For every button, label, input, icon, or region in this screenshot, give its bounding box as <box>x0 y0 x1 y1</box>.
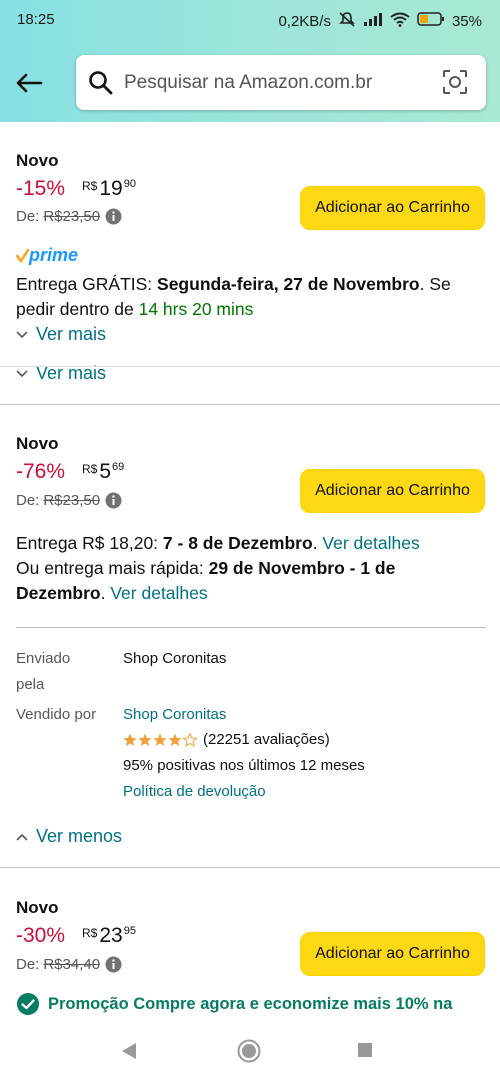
list-price: De: R$23,50 <box>16 492 122 509</box>
delivery-date: Segunda-feira, 27 de Novembro <box>157 274 420 294</box>
sold-by-label: Vendido por <box>16 706 97 723</box>
positive-feedback: 95% positivas nos últimos 12 meses <box>123 757 365 774</box>
nav-recents-button[interactable] <box>357 1042 373 1063</box>
price-integer: 5 <box>99 460 112 483</box>
delivery-info: Entrega GRÁTIS: Segunda-feira, 27 de Nov… <box>16 272 486 322</box>
wifi-icon <box>390 12 410 31</box>
system-nav-bar <box>0 1023 500 1083</box>
info-icon[interactable] <box>105 208 122 225</box>
home-circle-icon <box>237 1039 261 1063</box>
shipped-by-label: Enviado pela <box>16 650 71 693</box>
app-header: 18:25 0,2KB/s 35% <box>0 0 500 122</box>
delivery-info: Entrega R$ 18,20: 7 - 8 de Dezembro. Ver… <box>16 533 420 603</box>
battery-icon <box>417 12 445 30</box>
nav-back-button[interactable] <box>120 1041 138 1066</box>
price-currency: R$ <box>82 926 98 940</box>
delivery-prefix: Entrega GRÁTIS: <box>16 274 158 294</box>
delivery-date: 7 - 8 de Dezembro <box>162 533 313 553</box>
search-bar[interactable] <box>76 55 486 110</box>
mute-icon <box>338 11 356 31</box>
prime-label: prime <box>29 245 79 265</box>
discount-label: -76% <box>16 460 66 483</box>
star-icon <box>138 733 152 747</box>
price-currency: R$ <box>82 462 98 476</box>
price-cents: 90 <box>123 178 136 190</box>
signal-icon <box>363 12 383 30</box>
delivery-details-link[interactable]: Ver detalhes <box>322 533 419 553</box>
square-recents-icon <box>358 1043 372 1057</box>
condition-label: Novo <box>16 151 59 170</box>
price-currency: R$ <box>82 179 98 193</box>
status-bar: 18:25 0,2KB/s 35% <box>0 0 500 40</box>
price-integer: 23 <box>99 924 123 947</box>
check-circle-icon <box>17 993 39 1015</box>
info-icon[interactable] <box>105 956 122 973</box>
see-less-label: Ver menos <box>36 826 123 846</box>
triangle-back-icon <box>122 1043 136 1059</box>
seller-rating[interactable]: (22251 avaliações) <box>123 727 330 753</box>
return-policy-link[interactable]: Política de devolução <box>123 779 266 805</box>
offer-card: Novo -76% R$ 5 69 De: R$23,50 Adicionar … <box>0 405 500 867</box>
add-to-cart-button[interactable]: Adicionar ao Carrinho <box>300 932 485 976</box>
camera-search-icon[interactable] <box>442 69 468 100</box>
arrow-left-icon <box>16 73 43 93</box>
status-time: 18:25 <box>17 11 55 28</box>
delivery-prefix: Entrega R$ 18,20: <box>16 533 163 553</box>
promotion-banner[interactable]: Promoção Compre agora e economize mais 1… <box>16 992 486 1016</box>
prime-badge: prime <box>16 245 78 266</box>
price: R$ 5 69 <box>82 460 124 484</box>
price-integer: 19 <box>99 177 123 200</box>
fast-delivery-prefix: Ou entrega mais rápida: <box>16 558 209 578</box>
list-price: De: R$23,50 <box>16 208 122 225</box>
see-more-link[interactable]: Ver mais <box>16 324 106 345</box>
info-icon[interactable] <box>105 492 122 509</box>
divider <box>16 627 486 628</box>
condition-label: Novo <box>16 898 59 917</box>
promotion-text: Promoção Compre agora e economize mais 1… <box>48 995 453 1013</box>
fast-delivery-details-link[interactable]: Ver detalhes <box>110 583 207 603</box>
price: R$ 19 90 <box>82 177 136 201</box>
star-icon <box>153 733 167 747</box>
back-button[interactable] <box>12 66 46 100</box>
battery-percent: 35% <box>451 12 482 30</box>
prime-check-icon <box>16 248 29 263</box>
star-half-icon <box>183 733 197 747</box>
add-to-cart-button[interactable]: Adicionar ao Carrinho <box>300 469 485 513</box>
list-price-value: R$23,50 <box>43 208 101 225</box>
price-cents: 95 <box>123 925 136 937</box>
nav-home-button[interactable] <box>237 1039 261 1068</box>
offer-card: Novo -15% R$ 19 90 De: R$23,50 Adicionar… <box>0 122 500 367</box>
shipped-by-value: Shop Coronitas <box>123 650 227 667</box>
seller-link[interactable]: Shop Coronitas <box>123 702 226 728</box>
see-more-label: Ver mais <box>36 324 107 344</box>
chevron-down-icon <box>16 330 28 338</box>
condition-label: Novo <box>16 434 59 453</box>
search-input[interactable] <box>124 69 424 97</box>
list-price: De: R$34,40 <box>16 956 122 973</box>
search-icon[interactable] <box>88 70 114 101</box>
price: R$ 23 95 <box>82 924 136 948</box>
discount-label: -30% <box>16 924 66 947</box>
star-icon <box>168 733 182 747</box>
list-price-label: De: <box>16 208 40 225</box>
add-to-cart-button[interactable]: Adicionar ao Carrinho <box>300 186 485 230</box>
review-count: (22251 avaliações) <box>203 731 330 748</box>
chevron-up-icon <box>16 833 28 841</box>
chevron-down-icon <box>16 369 28 377</box>
see-less-link[interactable]: Ver menos <box>16 826 122 847</box>
status-icons: 0,2KB/s 35% <box>278 11 482 31</box>
rating-stars <box>123 733 199 747</box>
list-price-label: De: <box>16 492 40 509</box>
price-cents: 69 <box>112 461 125 473</box>
list-price-label: De: <box>16 956 40 973</box>
discount-label: -15% <box>16 177 66 200</box>
divider <box>0 366 500 367</box>
list-price-value: R$23,50 <box>43 492 101 509</box>
list-price-value: R$34,40 <box>43 956 101 973</box>
star-icon <box>123 733 137 747</box>
network-speed: 0,2KB/s <box>278 12 331 30</box>
delivery-countdown: 14 hrs 20 mins <box>138 299 254 319</box>
